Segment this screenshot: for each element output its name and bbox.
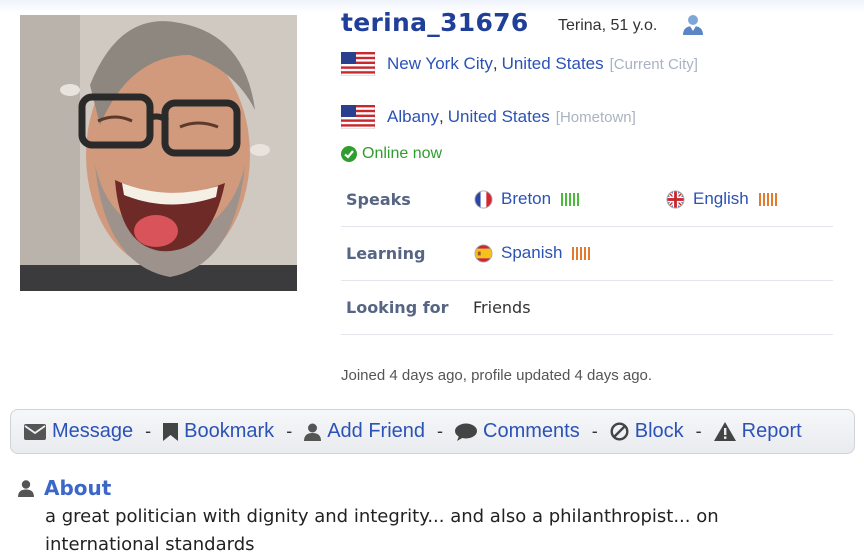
hometown-tag: [Hometown] <box>555 108 636 126</box>
proficiency-bar <box>580 246 583 260</box>
speaks-row: Speaks Breton English <box>341 173 833 227</box>
comma-separator: , <box>492 54 498 73</box>
looking-for-row: Looking for Friends <box>341 281 833 335</box>
language-table: Speaks Breton English Learning Spanish L… <box>341 173 833 335</box>
current-city-link[interactable]: New York City <box>387 54 493 74</box>
language-name: Breton <box>501 189 552 208</box>
comma-separator: , <box>438 107 444 126</box>
user-icon <box>18 479 34 497</box>
envelope-icon <box>24 423 46 440</box>
about-heading: About <box>18 476 111 500</box>
france-flag-icon <box>474 189 493 209</box>
proficiency-bar <box>565 192 568 206</box>
proficiency-bar <box>758 192 761 206</box>
hometown-country-link[interactable]: United States <box>448 107 550 127</box>
learning-row: Learning Spanish <box>341 227 833 281</box>
about-heading-text: About <box>44 476 112 500</box>
comments-button[interactable]: Comments <box>455 420 580 443</box>
online-status: Online now <box>341 145 442 163</box>
bookmark-icon <box>163 422 179 441</box>
us-flag-icon <box>340 104 376 130</box>
proficiency-bar <box>573 192 576 206</box>
proficiency-bar <box>577 192 580 206</box>
proficiency-bar <box>576 246 579 260</box>
proficiency-bars <box>561 192 580 206</box>
proficiency-bar <box>561 192 564 206</box>
current-city-row: New York City, United States [Current Ci… <box>340 51 698 77</box>
separator: - <box>145 421 152 441</box>
proficiency-bar <box>569 192 572 206</box>
looking-for-label: Looking for <box>346 298 449 317</box>
learning-label: Learning <box>346 244 426 263</box>
check-circle-icon <box>341 146 357 162</box>
spain-flag-icon <box>474 243 493 263</box>
joined-text: Joined 4 days ago, profile updated 4 day… <box>341 367 653 384</box>
separator: - <box>591 421 598 441</box>
language-english[interactable]: English <box>666 189 777 209</box>
action-bar: Message - Bookmark - Add Friend - Commen… <box>10 409 855 454</box>
proficiency-bars <box>572 246 591 260</box>
proficiency-bar <box>770 192 773 206</box>
online-status-text: Online now <box>362 145 443 162</box>
block-button[interactable]: Block <box>610 420 684 443</box>
hometown-city-link[interactable]: Albany <box>387 107 439 127</box>
proficiency-bar <box>774 192 777 206</box>
uk-flag-icon <box>666 189 685 209</box>
proficiency-bar <box>572 246 575 260</box>
username: terina_31676 <box>341 8 529 37</box>
age-text: Terina, 51 y.o. <box>558 17 658 34</box>
separator: - <box>286 421 293 441</box>
current-city-tag: [Current City] <box>609 55 698 73</box>
separator: - <box>695 421 702 441</box>
profile-photo[interactable] <box>20 15 297 291</box>
add-friend-button[interactable]: Add Friend <box>304 420 425 443</box>
current-country-link[interactable]: United States <box>502 54 604 74</box>
proficiency-bar <box>762 192 765 206</box>
proficiency-bar <box>588 246 591 260</box>
looking-for-value: Friends <box>473 298 531 317</box>
language-breton[interactable]: Breton <box>474 189 580 209</box>
block-icon <box>610 422 629 441</box>
about-text: a great politician with dignity and inte… <box>45 506 719 555</box>
language-spanish[interactable]: Spanish <box>474 243 591 263</box>
comment-icon <box>455 423 478 441</box>
report-button[interactable]: Report <box>713 420 802 443</box>
proficiency-bars <box>758 192 777 206</box>
separator: - <box>437 421 444 441</box>
person-icon <box>681 14 705 41</box>
language-name: English <box>693 189 749 208</box>
user-icon <box>304 423 322 441</box>
bookmark-button[interactable]: Bookmark <box>163 420 274 443</box>
proficiency-bar <box>584 246 587 260</box>
us-flag-icon <box>340 51 376 77</box>
warning-icon <box>713 422 736 441</box>
language-name: Spanish <box>501 243 563 262</box>
speaks-label: Speaks <box>346 190 411 209</box>
hometown-row: Albany, United States [Hometown] <box>340 104 636 130</box>
proficiency-bar <box>766 192 769 206</box>
message-button[interactable]: Message <box>24 420 133 443</box>
